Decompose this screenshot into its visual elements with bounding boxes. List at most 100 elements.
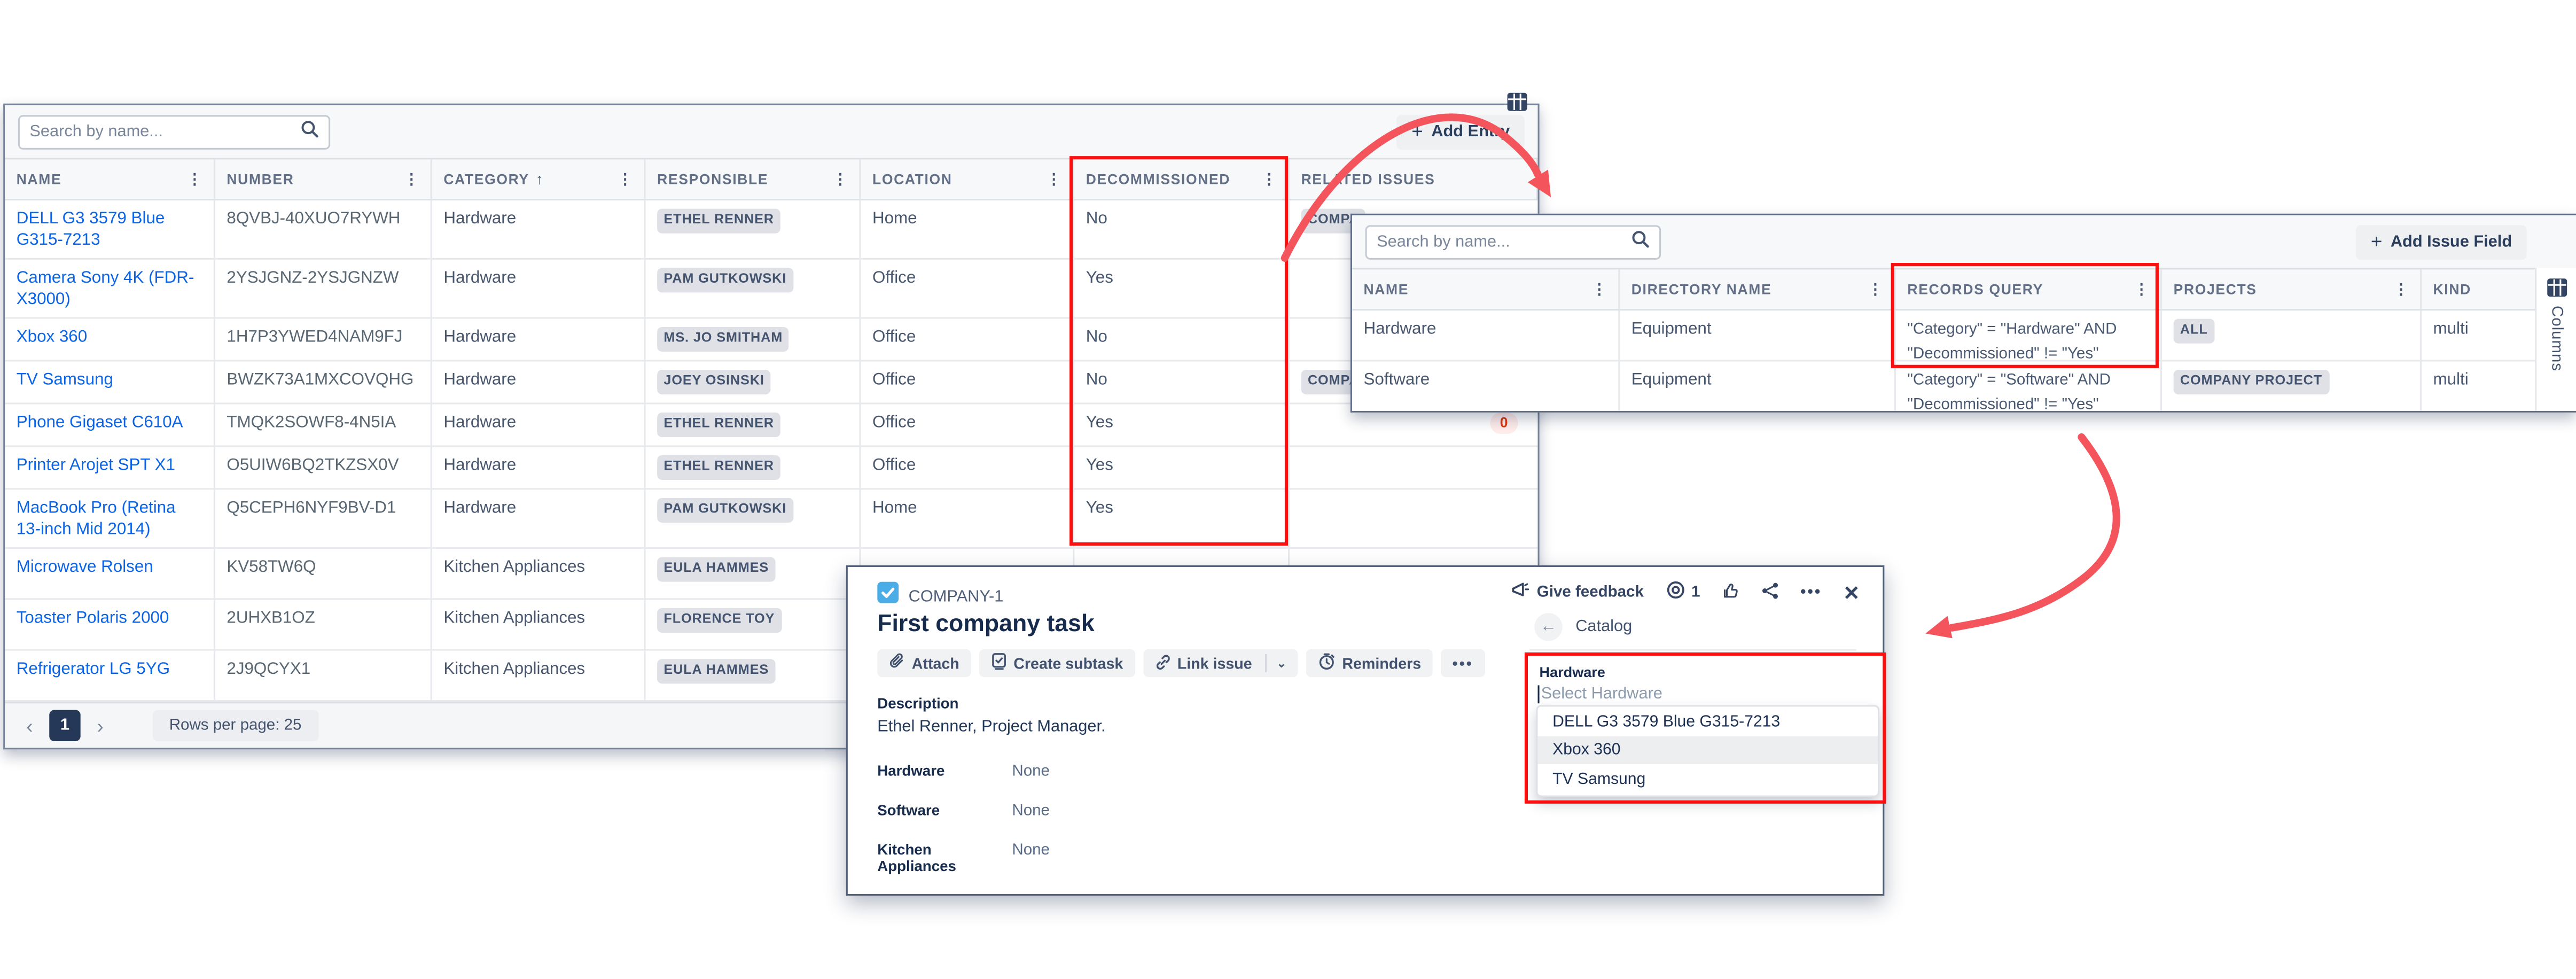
chevron-down-icon[interactable]: ⌄ <box>1277 657 1286 670</box>
asset-decommissioned: No <box>1074 362 1290 403</box>
field-value[interactable]: None <box>1012 842 1050 875</box>
table-row[interactable]: MacBook Pro (Retina 13-inch Mid 2014) Q5… <box>5 490 1537 549</box>
asset-decommissioned: Yes <box>1074 260 1290 317</box>
like-button[interactable] <box>1721 581 1739 604</box>
dropdown-option-highlighted[interactable]: Xbox 360 <box>1537 736 1878 764</box>
add-entry-button[interactable]: + Add Entry <box>1397 114 1525 149</box>
next-page-button[interactable]: › <box>92 714 108 737</box>
asset-decommissioned: Yes <box>1074 490 1290 547</box>
column-menu-icon[interactable]: ⋮ <box>1868 280 1883 298</box>
link-issue-button[interactable]: Link issue ⌄ <box>1143 649 1298 677</box>
current-page-button[interactable]: 1 <box>49 710 80 741</box>
asset-name-link[interactable]: TV Samsung <box>17 371 113 390</box>
issue-key-link[interactable]: COMPANY-1 <box>909 587 1004 605</box>
column-menu-icon[interactable]: ⋮ <box>404 170 419 188</box>
link-icon <box>1154 653 1171 673</box>
table-row[interactable]: TV Samsung BWZK73A1MXCOVQHG Hardware JOE… <box>5 362 1537 405</box>
table-row[interactable]: DELL G3 3579 Blue G315-7213 8QVBJ-40XUO7… <box>5 200 1537 260</box>
asset-name-link[interactable]: Xbox 360 <box>17 329 87 347</box>
add-issue-field-button[interactable]: + Add Issue Field <box>2356 224 2527 259</box>
asset-name-link[interactable]: MacBook Pro (Retina 13-inch Mid 2014) <box>17 500 176 540</box>
column-menu-icon[interactable]: ⋮ <box>2134 280 2149 298</box>
field-value[interactable]: None <box>1012 763 1050 781</box>
responsible-badge: EULA HAMMES <box>657 659 775 683</box>
asset-location: Office <box>861 447 1074 488</box>
column-header-records-query[interactable]: RECORDS QUERY <box>1907 281 2043 298</box>
arrow-to-issue-dropdown <box>1925 437 2117 638</box>
text-cursor <box>1537 685 1539 703</box>
description-text[interactable]: Ethel Renner, Project Manager. <box>877 718 1105 736</box>
divider <box>1265 654 1267 672</box>
asset-name-link[interactable]: Toaster Polaris 2000 <box>17 610 169 628</box>
asset-name-link[interactable]: Phone Gigaset C610A <box>17 414 183 432</box>
issue-field-row: Kitchen Appliances None <box>877 842 1050 875</box>
clock-icon <box>1317 652 1336 674</box>
column-menu-icon[interactable]: ⋮ <box>618 170 633 188</box>
attach-button[interactable]: Attach <box>877 649 971 677</box>
more-toolbar-button[interactable]: ••• <box>1441 649 1485 677</box>
share-button[interactable] <box>1761 581 1779 604</box>
select-hardware-input[interactable] <box>1537 682 1866 705</box>
column-header-category[interactable]: CATEGORY <box>443 171 529 188</box>
prev-page-button[interactable]: ‹ <box>21 714 38 737</box>
column-menu-icon[interactable]: ⋮ <box>188 170 202 188</box>
asset-category: Hardware <box>432 200 646 258</box>
projects-badge: ALL <box>2174 319 2214 344</box>
column-header-location[interactable]: LOCATION <box>872 171 953 188</box>
column-header-projects[interactable]: PROJECTS <box>2174 281 2257 298</box>
asset-number: KV58TW6Q <box>215 549 432 598</box>
issue-title[interactable]: First company task <box>877 611 1094 638</box>
column-header-decommissioned[interactable]: DECOMMISSIONED <box>1086 171 1230 188</box>
asset-category: Kitchen Appliances <box>432 549 646 598</box>
field-value[interactable]: None <box>1012 802 1050 820</box>
table-row[interactable]: Phone Gigaset C610A TMQK2SOWF8-4N5IA Har… <box>5 405 1537 447</box>
create-subtask-button[interactable]: Create subtask <box>979 649 1135 677</box>
column-menu-icon[interactable]: ⋮ <box>2394 280 2409 298</box>
column-header-related-issues[interactable]: RELATED ISSUES <box>1301 171 1435 188</box>
column-header-directory-name[interactable]: DIRECTORY NAME <box>1632 281 1772 298</box>
divider <box>1529 649 1856 651</box>
field-name: Software <box>1352 361 1620 411</box>
close-icon[interactable]: ✕ <box>1843 581 1860 604</box>
asset-number: Q5CEPH6NYF9BV-D1 <box>215 490 432 547</box>
column-menu-icon[interactable]: ⋮ <box>1262 170 1277 188</box>
asset-search-box[interactable] <box>18 114 330 149</box>
column-header-kind[interactable]: KIND <box>2433 281 2471 298</box>
fields-search-box[interactable] <box>1365 224 1661 259</box>
column-header-number[interactable]: NUMBER <box>227 171 294 188</box>
rows-per-page-selector[interactable]: Rows per page: 25 <box>153 710 318 741</box>
asset-search-input[interactable] <box>29 122 300 141</box>
asset-name-link[interactable]: Microwave Rolsen <box>17 559 153 577</box>
table-row[interactable]: Printer Arojet SPT X1 O5UIW6BQ2TKZSX0V H… <box>5 447 1537 490</box>
dropdown-option[interactable]: DELL G3 3579 Blue G315-7213 <box>1537 709 1878 736</box>
reminders-button[interactable]: Reminders <box>1306 649 1433 677</box>
responsible-badge: JOEY OSINSKI <box>657 370 771 394</box>
column-header-name[interactable]: NAME <box>1363 281 1409 298</box>
table-row[interactable]: Xbox 360 1H7P3YWED4NAM9FJ Hardware MS. J… <box>5 319 1537 362</box>
column-menu-icon[interactable]: ⋮ <box>833 170 848 188</box>
back-button[interactable]: ← <box>1534 613 1562 641</box>
watch-button[interactable]: 1 <box>1665 580 1700 605</box>
column-menu-icon[interactable]: ⋮ <box>1592 280 1607 298</box>
asset-category: Hardware <box>432 405 646 446</box>
asset-decommissioned: Yes <box>1074 405 1290 446</box>
fields-search-input[interactable] <box>1377 232 1632 251</box>
column-header-responsible[interactable]: RESPONSIBLE <box>657 171 768 188</box>
table-row[interactable]: Camera Sony 4K (FDR-X3000) 2YSJGNZ-2YSJG… <box>5 260 1537 319</box>
table-row[interactable]: Hardware Equipment "Category" = "Hardwar… <box>1352 310 2535 361</box>
asset-name-link[interactable]: Refrigerator LG 5YG <box>17 661 170 679</box>
columns-side-tab[interactable]: Columns <box>2535 268 2576 410</box>
column-header-name[interactable]: NAME <box>17 171 62 188</box>
column-menu-icon[interactable]: ⋮ <box>1047 170 1061 188</box>
more-actions-button[interactable]: ••• <box>1800 584 1822 602</box>
asset-name-link[interactable]: Printer Arojet SPT X1 <box>17 457 175 475</box>
columns-config-icon[interactable] <box>1506 92 1528 112</box>
dropdown-option[interactable]: TV Samsung <box>1537 766 1878 794</box>
field-name: Hardware <box>1352 310 1620 359</box>
asset-name-link[interactable]: DELL G3 3579 Blue G315-7213 <box>17 211 165 251</box>
select-hardware-field[interactable] <box>1541 685 1867 703</box>
asset-number: 2UHXB1OZ <box>215 600 432 649</box>
asset-name-link[interactable]: Camera Sony 4K (FDR-X3000) <box>17 269 194 309</box>
give-feedback-button[interactable]: Give feedback <box>1512 582 1644 603</box>
table-row[interactable]: Software Equipment "Category" = "Softwar… <box>1352 361 2535 411</box>
